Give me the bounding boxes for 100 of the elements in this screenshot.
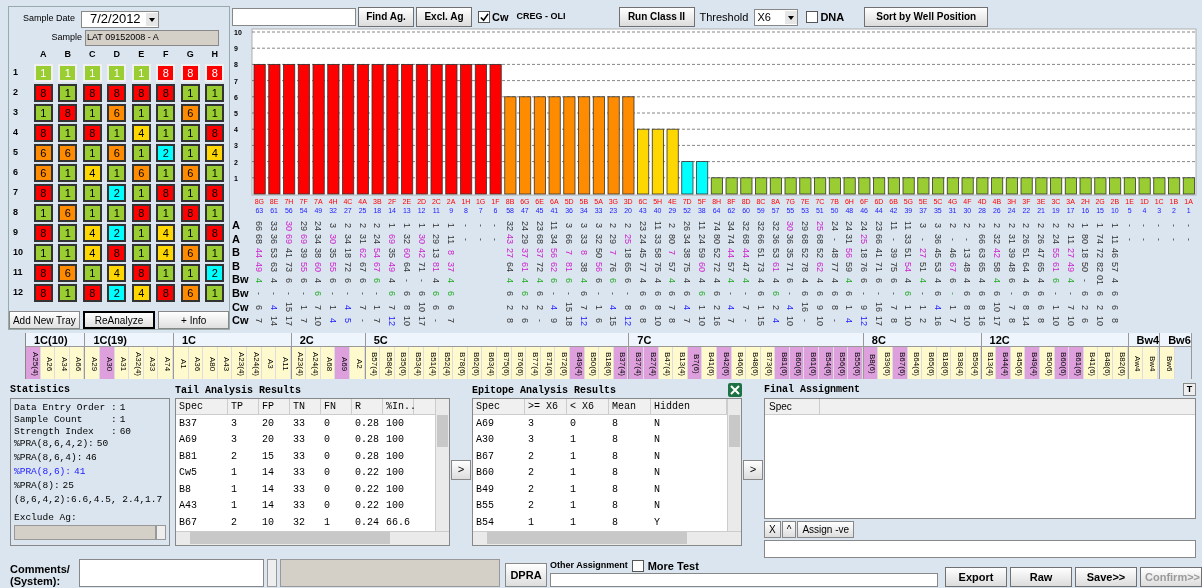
well-cell[interactable]: 4 <box>107 264 127 282</box>
assign-button[interactable]: Assign -ve <box>797 520 855 539</box>
spinner-icon[interactable] <box>156 525 166 540</box>
antigen-cell[interactable]: B44(4) <box>996 347 1011 379</box>
well-cell[interactable]: 8 <box>205 224 225 242</box>
antigen-cell[interactable]: A29 <box>85 347 100 379</box>
column-header[interactable]: TP <box>228 399 259 414</box>
well-cell[interactable]: 8 <box>156 284 176 302</box>
well-cell[interactable]: 8 <box>82 124 102 142</box>
well-cell[interactable]: 8 <box>82 84 102 102</box>
well-cell[interactable]: 6 <box>58 204 78 222</box>
antigen-cell[interactable]: B38(4) <box>951 347 966 379</box>
antigen-cell[interactable]: A74 <box>158 347 173 379</box>
well-cell[interactable]: 8 <box>156 64 176 82</box>
antigen-cell[interactable]: B67(6) <box>893 347 908 379</box>
well-cell[interactable]: 4 <box>82 244 102 262</box>
column-header[interactable]: R <box>352 399 383 414</box>
well-cell[interactable]: 1 <box>33 104 53 122</box>
antigen-cell[interactable]: B13(4) <box>673 347 688 379</box>
antigen-cell[interactable]: B39(6) <box>878 347 894 379</box>
well-cell[interactable]: 4 <box>82 224 102 242</box>
exclude-field[interactable] <box>14 525 156 540</box>
well-cell[interactable]: 1 <box>156 164 176 182</box>
well-cell[interactable]: 6 <box>33 144 53 162</box>
assign-button[interactable]: X <box>764 520 781 539</box>
well-cell[interactable]: 2 <box>156 144 176 162</box>
well-cell[interactable]: 2 <box>205 264 225 282</box>
well-cell[interactable]: 1 <box>107 124 127 142</box>
action-button[interactable]: Save>> <box>1075 567 1137 587</box>
well-cell[interactable]: 1 <box>180 124 200 142</box>
antigen-cell[interactable]: A25(4) <box>26 347 41 379</box>
well-cell[interactable]: 8 <box>82 284 102 302</box>
well-cell[interactable]: 8 <box>107 244 127 262</box>
tray-button[interactable]: + Info <box>158 311 229 329</box>
date-picker[interactable]: 7/2/2012 <box>81 10 159 28</box>
well-cell[interactable]: 6 <box>131 164 151 182</box>
excel-icon[interactable] <box>728 383 742 397</box>
well-cell[interactable]: 1 <box>58 184 78 202</box>
antigen-cell[interactable]: B65(6) <box>922 347 937 379</box>
antigen-cell[interactable]: A11 <box>276 347 291 379</box>
sort-button[interactable]: Sort by Well Position <box>864 7 989 27</box>
checkbox[interactable] <box>631 560 644 572</box>
well-cell[interactable]: 8 <box>180 204 200 222</box>
well-cell[interactable]: 1 <box>205 104 225 122</box>
well-cell[interactable]: 8 <box>107 84 127 102</box>
well-cell[interactable]: 4 <box>156 244 176 262</box>
antigen-cell[interactable]: B51(4) <box>424 347 439 379</box>
well-cell[interactable]: 1 <box>33 244 53 262</box>
scrollbar[interactable] <box>473 531 741 545</box>
well-cell[interactable]: 1 <box>82 264 102 282</box>
scrollbar[interactable] <box>727 399 741 531</box>
antigen-cell[interactable]: B72(6) <box>555 347 570 379</box>
column-header[interactable]: < X6 <box>567 399 609 414</box>
well-cell[interactable]: 6 <box>180 244 200 262</box>
well-cell[interactable]: 6 <box>58 264 78 282</box>
antigen-cell[interactable]: B81(6) <box>775 347 790 379</box>
move-button[interactable]: > <box>451 460 471 480</box>
well-cell[interactable]: 6 <box>180 104 200 122</box>
assign-button[interactable]: ^ <box>781 520 797 539</box>
well-cell[interactable]: 1 <box>205 84 225 102</box>
well-cell[interactable]: 1 <box>58 124 78 142</box>
well-cell[interactable]: 1 <box>58 84 78 102</box>
threshold-select[interactable]: X6 <box>754 8 799 26</box>
antigen-cell[interactable]: B58(4) <box>380 347 395 379</box>
well-cell[interactable]: 6 <box>33 164 53 182</box>
well-cell[interactable]: 8 <box>156 184 176 202</box>
system-field[interactable] <box>280 559 500 587</box>
well-cell[interactable]: 1 <box>58 164 78 182</box>
well-cell[interactable]: 1 <box>58 244 78 262</box>
antigen-cell[interactable]: B49(4) <box>1025 347 1040 379</box>
antigen-cell[interactable]: A80 <box>203 347 218 379</box>
antigen-cell[interactable]: B37(4) <box>629 347 644 379</box>
well-cell[interactable]: 8 <box>33 124 53 142</box>
column-header[interactable]: Spec <box>765 398 820 414</box>
antigen-cell[interactable]: B55(6) <box>848 347 863 379</box>
well-cell[interactable]: 1 <box>205 244 225 262</box>
well-cell[interactable]: 1 <box>131 244 151 262</box>
column-header[interactable]: Spec <box>176 399 228 414</box>
well-cell[interactable]: 8 <box>33 264 53 282</box>
well-cell[interactable]: 2 <box>107 184 127 202</box>
well-cell[interactable]: 8 <box>33 84 53 102</box>
antigen-cell[interactable]: B77(4) <box>526 347 541 379</box>
well-cell[interactable]: 1 <box>205 164 225 182</box>
run-button[interactable]: Run Class II <box>618 7 695 27</box>
well-cell[interactable]: 8 <box>131 264 151 282</box>
well-cell[interactable]: 1 <box>205 204 225 222</box>
well-cell[interactable]: 1 <box>82 204 102 222</box>
well-cell[interactable]: 4 <box>131 284 151 302</box>
antigen-cell[interactable]: B54(6) <box>819 347 834 379</box>
well-cell[interactable]: 1 <box>205 284 225 302</box>
well-cell[interactable]: 1 <box>156 264 176 282</box>
well-cell[interactable]: 2 <box>107 284 127 302</box>
well-cell[interactable]: 6 <box>180 284 200 302</box>
well-cell[interactable]: 6 <box>107 144 127 162</box>
well-cell[interactable]: 1 <box>58 224 78 242</box>
well-cell[interactable]: 1 <box>131 144 151 162</box>
well-cell[interactable]: 4 <box>156 224 176 242</box>
checkbox[interactable] <box>478 11 490 23</box>
checkbox[interactable] <box>806 11 819 23</box>
well-cell[interactable]: 1 <box>82 184 102 202</box>
